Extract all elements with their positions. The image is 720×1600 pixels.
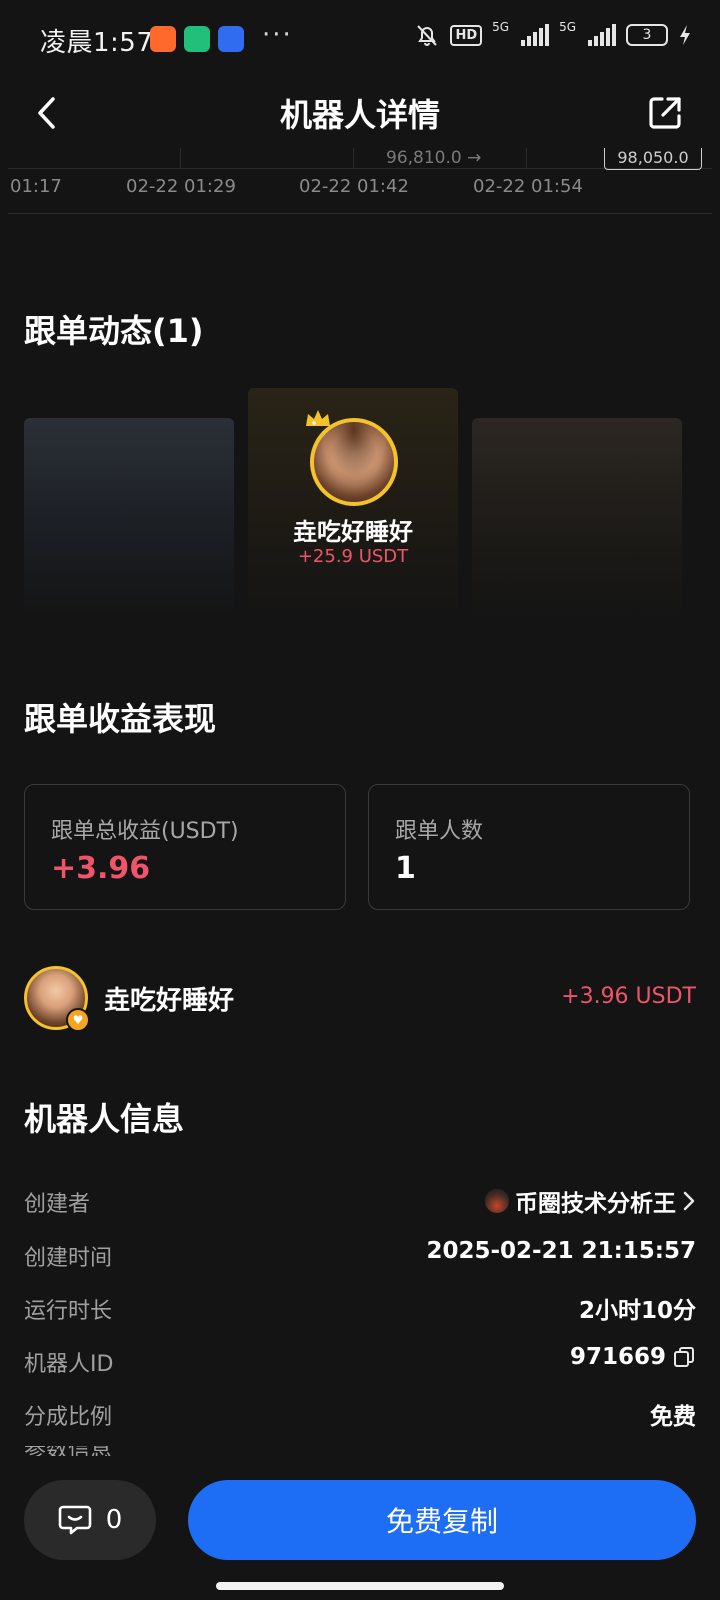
- created-time-row: 创建时间 2025-02-21 21:15:57: [24, 1236, 696, 1276]
- hd-voice-badge: HD: [450, 24, 483, 46]
- time-tick: 01:17: [10, 176, 62, 197]
- status-bar: 凌晨1:57 ··· HD 5G 5G 3: [0, 0, 720, 78]
- creator-avatar: [485, 1189, 509, 1213]
- signal-strength-icon: [588, 24, 616, 46]
- top-follower-name: 垚吃好睡好: [293, 518, 413, 546]
- top-follower-profit: +25.9 USDT: [297, 546, 409, 567]
- robot-id-value: 971669: [569, 1344, 666, 1370]
- grid-line: [353, 148, 354, 168]
- grid-line: [180, 148, 181, 168]
- mute-bell-icon: [417, 25, 438, 46]
- creator-name: 币圈技术分析王: [515, 1191, 676, 1217]
- runtime-label: 运行时长: [24, 1299, 113, 1324]
- share-button[interactable]: [640, 88, 690, 138]
- created-time-value: 2025-02-21 21:15:57: [426, 1238, 696, 1264]
- podium-slot-first[interactable]: 垚吃好睡好 +25.9 USDT: [248, 388, 458, 618]
- crown-icon: [306, 410, 330, 426]
- followers-count-value: 1: [395, 851, 416, 886]
- total-profit-card: 跟单总收益(USDT) +3.96: [24, 784, 346, 910]
- cat-app-icon: [218, 26, 244, 52]
- copy-icon[interactable]: [672, 1345, 696, 1369]
- time-tick: 02-22 01:42: [299, 176, 409, 197]
- total-profit-value: +3.96: [51, 851, 151, 886]
- follower-name: 垚吃好睡好: [104, 986, 235, 1016]
- security-app-icon: [184, 26, 210, 52]
- comment-count: 0: [105, 1505, 123, 1535]
- profit-share-row: 分成比例 免费: [24, 1395, 696, 1435]
- follower-list-item[interactable]: ♥ 垚吃好睡好 +3.96 USDT: [24, 966, 696, 1032]
- robot-id-value-group: 971669: [570, 1344, 696, 1370]
- top-app-bar: 机器人详情: [0, 78, 720, 148]
- status-time: 凌晨1:57: [40, 28, 154, 58]
- vip-badge-icon: ♥: [66, 1008, 90, 1032]
- signal-strength-icon: [521, 24, 550, 46]
- follower-profit: +3.96 USDT: [561, 984, 696, 1009]
- grid-line: [526, 148, 527, 168]
- price-tag: 98,050.0: [604, 148, 702, 170]
- kline-chart-bottom[interactable]: 96,810.0 → 98,050.0 01:17 02-22 01:29 02…: [8, 148, 712, 214]
- parameters-label: 参数信息: [24, 1446, 112, 1456]
- battery-icon: 3: [626, 24, 668, 46]
- profit-share-value: 免费: [650, 1404, 696, 1430]
- comment-icon: [58, 1505, 92, 1535]
- parameters-row-partial: 参数信息: [24, 1446, 224, 1456]
- current-price-label: 96,810.0 →: [386, 148, 482, 168]
- profit-share-label: 分成比例: [24, 1405, 113, 1430]
- comment-button[interactable]: 0: [24, 1480, 156, 1560]
- creator-link[interactable]: 币圈技术分析王: [485, 1184, 696, 1218]
- status-indicators: HD 5G 5G 3: [414, 20, 692, 48]
- robot-id-row: 机器人ID 971669: [24, 1342, 696, 1382]
- follower-podium: 垚吃好睡好 +25.9 USDT: [24, 388, 696, 618]
- network-type-1: 5G: [492, 20, 510, 34]
- total-profit-label: 跟单总收益(USDT): [51, 819, 239, 844]
- podium-slot-third: [472, 418, 682, 618]
- more-notifications-icon: ···: [262, 20, 293, 50]
- chevron-right-icon: [683, 1191, 695, 1211]
- creator-row[interactable]: 创建者 币圈技术分析王: [24, 1182, 696, 1222]
- robot-id-label: 机器人ID: [24, 1352, 114, 1377]
- home-indicator[interactable]: [216, 1582, 504, 1590]
- share-icon: [649, 97, 681, 129]
- time-tick: 02-22 01:54: [473, 176, 583, 197]
- followers-count-card: 跟单人数 1: [368, 784, 690, 910]
- robot-info-title: 机器人信息: [24, 1100, 185, 1138]
- avatar: [310, 418, 398, 506]
- follow-activity-title: 跟单动态(1): [24, 312, 204, 350]
- free-copy-button[interactable]: 免费复制: [188, 1480, 696, 1560]
- charging-bolt-icon: [680, 25, 690, 45]
- runtime-row: 运行时长 2小时10分: [24, 1289, 696, 1329]
- podium-slot-second: [24, 418, 234, 618]
- bottom-action-bar: 0 免费复制: [0, 1456, 720, 1600]
- time-tick: 02-22 01:29: [126, 176, 236, 197]
- followers-count-label: 跟单人数: [395, 819, 484, 844]
- follow-performance-title: 跟单收益表现: [24, 700, 217, 738]
- app-notification-icon: [150, 26, 176, 52]
- created-time-label: 创建时间: [24, 1246, 113, 1271]
- network-type-2: 5G: [559, 20, 576, 34]
- creator-label: 创建者: [24, 1192, 91, 1217]
- page-title: 机器人详情: [279, 96, 440, 134]
- runtime-value: 2小时10分: [578, 1298, 696, 1324]
